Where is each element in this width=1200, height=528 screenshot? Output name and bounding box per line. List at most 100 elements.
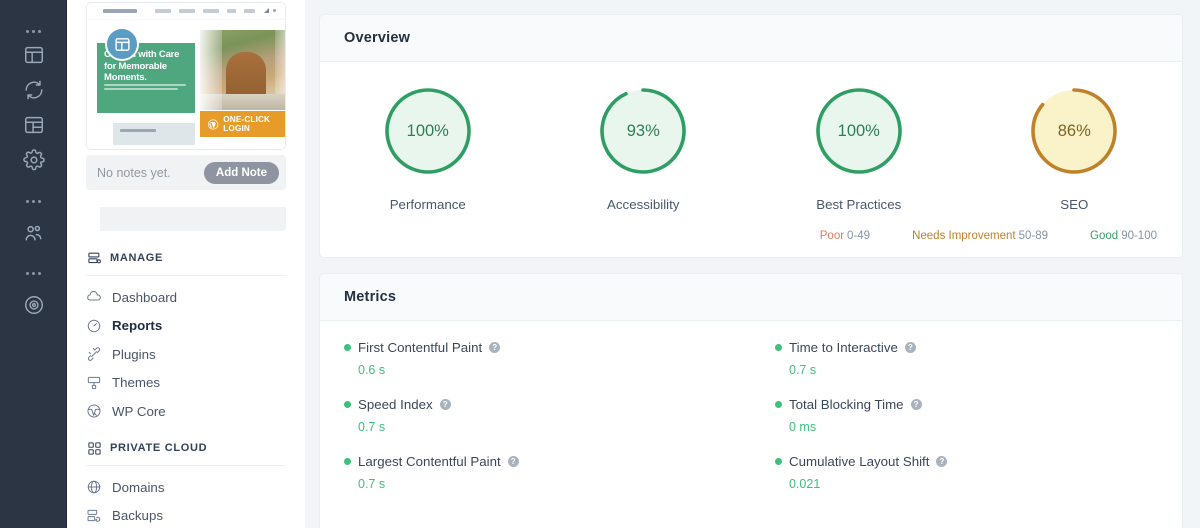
metric-name-row: Speed Index ? — [344, 397, 751, 412]
dashboard-layout-icon[interactable] — [0, 40, 67, 70]
score-rings-row: 100% Performance 93% Accessibility 100% … — [320, 62, 1182, 212]
legend-range: 50-89 — [1018, 230, 1049, 242]
preview-nav — [155, 9, 255, 13]
notes-empty-text: No notes yet. — [97, 165, 171, 180]
score-label: Best Practices — [816, 197, 902, 212]
manage-list-icon — [86, 250, 102, 266]
team-users-icon[interactable] — [0, 218, 67, 248]
sidebar-section-title: MANAGE — [110, 252, 164, 264]
sidebar-item-plugins[interactable]: Plugins — [86, 340, 286, 369]
metric-total-blocking-time: Total Blocking Time ? 0 ms — [751, 397, 1182, 434]
add-note-button[interactable]: Add Note — [203, 161, 279, 184]
brush-icon — [86, 375, 102, 391]
metric-value: 0.7 s — [358, 477, 386, 491]
sidebar-item-label: Backups — [112, 508, 163, 524]
preview-logo — [103, 9, 137, 13]
sidebar-item-label: Plugins — [112, 346, 156, 362]
status-dot-icon — [775, 458, 782, 465]
metric-value: 0.6 s — [358, 363, 386, 377]
legend-key: Poor — [819, 230, 845, 242]
preview-photo — [200, 30, 285, 110]
metric-largest-contentful-paint: Largest Contentful Paint ? 0.7 s — [320, 454, 751, 491]
sidebar-section-header: MANAGE — [86, 250, 286, 276]
dots-separator-icon — [0, 258, 67, 288]
score-value: 86% — [1057, 121, 1091, 140]
score-ring: 100% — [383, 86, 473, 176]
metric-name-row: Largest Contentful Paint ? — [344, 454, 751, 469]
score-value: 100% — [406, 121, 449, 140]
score-seo[interactable]: 86% SEO — [967, 86, 1183, 212]
metric-value: 0.7 s — [358, 420, 386, 434]
sidebar-item-label: WP Core — [112, 403, 166, 419]
sidebar-item-reports[interactable]: Reports — [86, 312, 286, 341]
metric-name-row: Total Blocking Time ? — [775, 397, 1182, 412]
score-accessibility[interactable]: 93% Accessibility — [536, 86, 752, 212]
sidebar-item-label: Themes — [112, 375, 161, 391]
sidebar-item-label: Reports — [112, 318, 163, 334]
status-dot-icon — [775, 401, 782, 408]
metric-label: Total Blocking Time — [789, 397, 904, 412]
plug-icon — [86, 346, 102, 362]
target-circle-icon[interactable] — [0, 290, 67, 320]
gear-icon[interactable] — [0, 145, 67, 175]
one-click-login-label: ONE-CLICK LOGIN — [223, 115, 271, 133]
score-best-practices[interactable]: 100% Best Practices — [751, 86, 967, 212]
score-value: 100% — [837, 121, 880, 140]
one-click-login-button[interactable]: ONE-CLICK LOGIN — [200, 111, 285, 137]
wordpress-icon — [86, 403, 102, 419]
help-icon[interactable]: ? — [910, 399, 922, 410]
sidebar-section-manage: MANAGE Dashboard Reports Plugins Themes WP Co… — [86, 250, 286, 426]
help-icon[interactable]: ? — [904, 342, 916, 353]
metric-value: 0.021 — [789, 477, 821, 491]
wordpress-icon — [208, 118, 219, 130]
score-label: Accessibility — [607, 197, 680, 212]
sidebar-section-header: PRIVATE CLOUD — [86, 440, 286, 466]
loading-skeleton-placeholder — [86, 198, 286, 231]
help-icon[interactable]: ? — [936, 456, 948, 467]
help-icon[interactable]: ? — [439, 399, 451, 410]
metric-label: Time to Interactive — [789, 340, 898, 355]
preview-topbar — [87, 3, 285, 20]
metric-label: First Contentful Paint — [358, 340, 483, 355]
legend-needs-improvement: Needs Improvement 50-89 — [912, 230, 1048, 242]
preview-site-badge-icon — [105, 27, 139, 61]
overview-title: Overview — [320, 15, 1182, 62]
score-label: SEO — [1060, 197, 1089, 212]
score-ring: 100% — [814, 86, 904, 176]
sidebar-item-wp-core[interactable]: WP Core — [86, 397, 286, 426]
notes-panel: No notes yet. Add Note — [86, 155, 286, 190]
score-performance[interactable]: 100% Performance — [320, 86, 536, 212]
legend-good: Good 90-100 — [1090, 230, 1157, 242]
score-value: 93% — [626, 121, 660, 140]
metric-name-row: Time to Interactive ? — [775, 340, 1182, 355]
sidebar-item-themes[interactable]: Themes — [86, 369, 286, 398]
help-icon[interactable]: ? — [489, 342, 501, 353]
preview-lower-card — [113, 123, 195, 145]
metrics-card: Metrics First Contentful Paint ? 0.6 s T… — [319, 273, 1183, 528]
metric-label: Cumulative Layout Shift — [789, 454, 930, 469]
gauge-icon — [86, 318, 102, 334]
metric-value: 0 ms — [789, 420, 817, 434]
sidebar-item-domains[interactable]: Domains — [86, 473, 286, 502]
sidebar-item-dashboard[interactable]: Dashboard — [86, 283, 286, 312]
score-ring: 93% — [598, 86, 688, 176]
sync-refresh-icon[interactable] — [0, 75, 67, 105]
metric-name-row: First Contentful Paint ? — [344, 340, 751, 355]
legend-key: Good — [1090, 230, 1119, 242]
help-icon[interactable]: ? — [507, 456, 519, 467]
sidebar-item-label: Dashboard — [112, 289, 178, 305]
metric-value: 0.7 s — [789, 363, 817, 377]
metric-label: Largest Contentful Paint — [358, 454, 501, 469]
metric-speed-index: Speed Index ? 0.7 s — [320, 397, 751, 434]
site-preview-thumbnail[interactable]: Crafted with Care for Memorable Moments.… — [86, 2, 286, 150]
sidebar-section-title: PRIVATE CLOUD — [110, 442, 208, 454]
metric-first-contentful-paint: First Contentful Paint ? 0.6 s — [320, 340, 751, 377]
sidebar-item-backups[interactable]: Backups — [86, 502, 286, 528]
sites-grid-icon[interactable] — [0, 110, 67, 140]
status-dot-icon — [775, 344, 782, 351]
legend-key: Needs Improvement — [912, 230, 1016, 242]
dots-separator-icon — [0, 186, 67, 216]
globe-icon — [86, 479, 102, 495]
status-dot-icon — [344, 458, 351, 465]
score-label: Performance — [389, 197, 466, 212]
